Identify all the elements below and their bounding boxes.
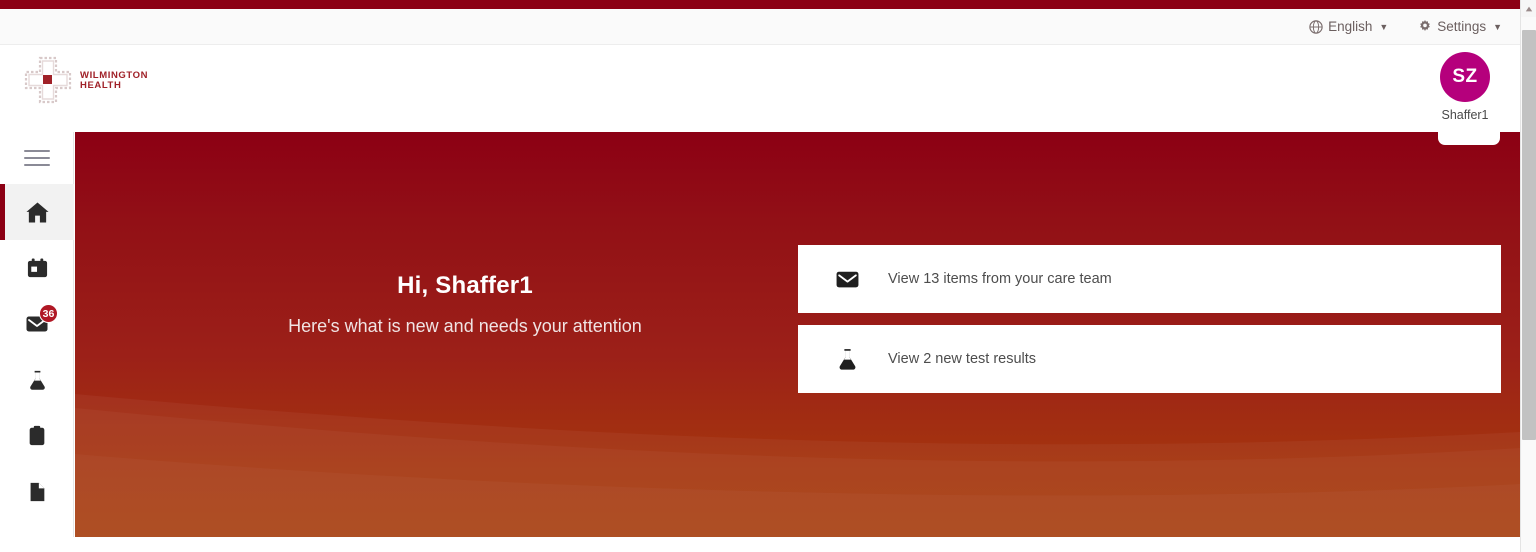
sidebar-item-appointments[interactable] [0, 240, 74, 296]
action-card-label: View 13 items from your care team [888, 271, 1112, 287]
action-card-care-team-messages[interactable]: View 13 items from your care team [798, 245, 1501, 313]
gear-icon [1418, 19, 1432, 34]
user-menu[interactable]: SZ Shaffer1 [1440, 52, 1490, 122]
sidebar-item-menu-toggle[interactable] [0, 132, 74, 184]
logo-wordmark: WILMINGTON HEALTH [80, 69, 148, 90]
action-card-test-results[interactable]: View 2 new test results [798, 325, 1501, 393]
utility-bar: English ▼ Settings ▼ [0, 9, 1520, 45]
document-icon [26, 481, 48, 503]
page-scrollbar[interactable] [1520, 0, 1536, 552]
action-card-list: View 13 items from your care team View 2… [798, 245, 1501, 393]
chevron-down-icon: ▼ [1493, 21, 1502, 32]
avatar-notch [1438, 132, 1500, 145]
scroll-up-arrow-icon[interactable] [1521, 0, 1536, 17]
settings-label: Settings [1437, 19, 1487, 34]
page-title: Hi, Shaffer1 [397, 272, 533, 299]
hero-banner: Hi, Shaffer1 Here's what is new and need… [75, 132, 1520, 537]
sidebar-item-messages[interactable]: 36 [0, 296, 74, 352]
sidebar-item-home[interactable] [0, 184, 74, 240]
sidebar-item-documents[interactable] [0, 464, 74, 520]
clipboard-icon [26, 425, 48, 447]
medical-cross-logo-icon [22, 54, 74, 106]
page-bottom-fill [0, 537, 1520, 552]
avatar-username: Shaffer1 [1441, 108, 1489, 122]
site-logo[interactable]: WILMINGTON HEALTH [22, 54, 148, 106]
action-card-label: View 2 new test results [888, 351, 1037, 367]
settings-menu[interactable]: Settings ▼ [1418, 19, 1502, 34]
brand-header: WILMINGTON HEALTH SZ Shaffer1 [0, 46, 1520, 132]
envelope-icon [834, 267, 860, 292]
message-count-badge: 36 [39, 304, 58, 323]
top-accent-bar [0, 0, 1520, 9]
hamburger-menu-icon [24, 150, 50, 166]
sidebar-item-health-record[interactable] [0, 408, 74, 464]
sidebar: 36 [0, 132, 74, 552]
flask-icon [834, 347, 860, 372]
page-subtitle: Here's what is new and needs your attent… [288, 316, 642, 336]
chevron-down-icon: ▼ [1379, 21, 1389, 32]
language-label: English [1328, 19, 1373, 34]
sidebar-item-test-results[interactable] [0, 352, 74, 408]
globe-icon [1309, 19, 1323, 34]
greeting-block: Hi, Shaffer1 Here's what is new and need… [145, 272, 785, 337]
language-selector[interactable]: English ▼ [1309, 19, 1388, 34]
flask-icon [26, 369, 49, 392]
scrollbar-thumb[interactable] [1522, 30, 1536, 440]
avatar[interactable]: SZ [1440, 52, 1490, 102]
calendar-icon [26, 257, 49, 280]
home-icon [25, 200, 50, 225]
logo-line-2: HEALTH [80, 80, 122, 91]
